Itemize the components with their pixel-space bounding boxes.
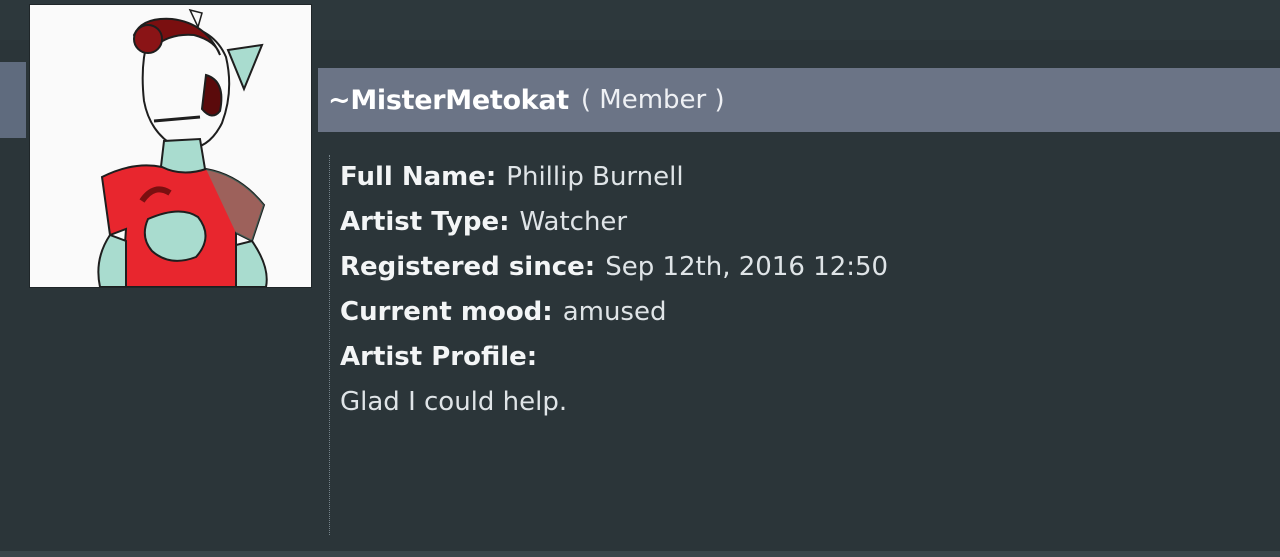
mood-label: Current mood: xyxy=(340,297,553,327)
mood-value: amused xyxy=(562,297,667,327)
profile-page: ~MisterMetokat ( Member ) Full Name: Phil… xyxy=(0,0,1280,557)
registered-row: Registered since: Sep 12th, 2016 12:50 xyxy=(340,245,1269,290)
registered-value: Sep 12th, 2016 12:50 xyxy=(605,252,889,282)
registered-label: Registered since: xyxy=(340,252,596,282)
artist-profile-text: Glad I could help. xyxy=(340,387,568,417)
avatar-illustration-icon xyxy=(30,5,311,287)
full-name-value: Phillip Burnell xyxy=(506,162,684,192)
left-panel-edge xyxy=(0,62,26,138)
artist-type-row: Artist Type: Watcher xyxy=(340,200,1269,245)
username-bar: ~MisterMetokat ( Member ) xyxy=(318,68,1280,132)
member-role: ( Member ) xyxy=(580,85,725,115)
artist-profile-text-row: Glad I could help. xyxy=(340,380,1269,425)
username-link[interactable]: ~MisterMetokat xyxy=(328,85,569,116)
artist-profile-label: Artist Profile: xyxy=(340,342,538,372)
bottom-divider xyxy=(0,551,1280,557)
full-name-row: Full Name: Phillip Burnell xyxy=(340,155,1269,200)
full-name-label: Full Name: xyxy=(340,162,497,192)
avatar[interactable] xyxy=(30,5,311,287)
artist-type-value: Watcher xyxy=(519,207,628,237)
profile-details: Full Name: Phillip Burnell Artist Type: Wa… xyxy=(329,155,1269,535)
mood-row: Current mood: amused xyxy=(340,290,1269,335)
artist-type-label: Artist Type: xyxy=(340,207,510,237)
artist-profile-row: Artist Profile: xyxy=(340,335,1269,380)
